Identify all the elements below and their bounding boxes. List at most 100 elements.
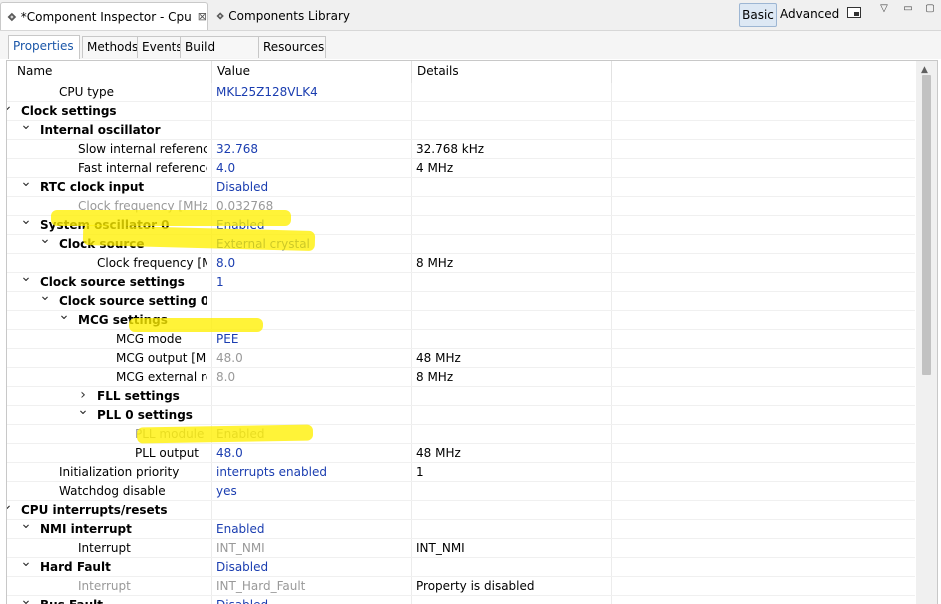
property-value[interactable]: INT_Hard_Fault: [216, 579, 412, 593]
table-row[interactable]: ⌄ CPU interrupts/resets: [7, 497, 915, 520]
property-value[interactable]: Enabled: [216, 522, 412, 536]
collapse-chevron-icon[interactable]: ›: [77, 387, 89, 403]
property-value[interactable]: 32.768: [216, 142, 412, 156]
minimize-icon[interactable]: ▭: [900, 3, 916, 17]
table-row[interactable]: PLL output 48.0 48 MHz: [7, 444, 915, 463]
property-name: Watchdog disable: [59, 484, 166, 498]
chip-icon: [216, 11, 224, 20]
expand-chevron-icon[interactable]: ⌄: [77, 402, 89, 418]
property-details: 8 MHz: [416, 256, 454, 270]
property-value[interactable]: 8.0: [216, 370, 412, 384]
property-name: Slow internal referenc: [78, 142, 207, 156]
tab-events[interactable]: Events: [137, 36, 183, 58]
property-details: 48 MHz: [416, 351, 461, 365]
property-name: Clock settings: [21, 104, 117, 118]
tab-components-library-label: Components Library: [228, 8, 350, 23]
table-row[interactable]: ⌄ PLL 0 settings: [7, 402, 915, 425]
property-value[interactable]: 8.0: [216, 256, 412, 270]
advanced-mode-label: Advanced: [780, 7, 840, 21]
property-value[interactable]: Disabled: [216, 598, 412, 604]
tab-resources[interactable]: Resources: [258, 36, 326, 58]
table-row[interactable]: Fast internal reference 4.0 4 MHz: [7, 159, 915, 178]
expand-chevron-icon[interactable]: ⌄: [39, 231, 51, 247]
property-name: Clock frequency [M: [97, 256, 207, 270]
tab-component-inspector-label: *Component Inspector - Cpu: [20, 9, 192, 24]
table-row[interactable]: ⌄ Clock source settings 1: [7, 269, 915, 292]
expand-chevron-icon[interactable]: ⌄: [20, 269, 32, 285]
column-name-header[interactable]: Name: [17, 64, 52, 78]
tab-components-library[interactable]: Components Library: [210, 2, 350, 29]
maximize-icon[interactable]: ▢: [922, 3, 938, 17]
property-value[interactable]: PEE: [216, 332, 412, 346]
vertical-scrollbar[interactable]: ▲: [916, 61, 937, 604]
table-row[interactable]: Initialization priority interrupts enable…: [7, 463, 915, 482]
view-tab-bar: *Component Inspector - Cpu ⊠ Components …: [0, 0, 941, 31]
property-value[interactable]: interrupts enabled: [216, 465, 412, 479]
property-value[interactable]: 48.0: [216, 446, 412, 460]
expand-chevron-icon[interactable]: ⌄: [20, 516, 32, 532]
table-row[interactable]: MCG mode PEE: [7, 330, 915, 349]
column-details-header[interactable]: Details: [417, 64, 459, 78]
table-row[interactable]: Interrupt INT_Hard_Fault Property is disab…: [7, 577, 915, 596]
expand-chevron-icon[interactable]: ⌄: [58, 307, 70, 323]
close-icon[interactable]: ⊠: [198, 10, 207, 23]
highlight-mark: [136, 424, 314, 444]
property-details: 32.768 kHz: [416, 142, 485, 156]
table-header: Name Value Details: [7, 61, 937, 83]
property-value[interactable]: 1: [216, 275, 412, 289]
advanced-mode-button[interactable]: Advanced: [780, 3, 839, 25]
expand-chevron-icon[interactable]: ⌄: [20, 174, 32, 190]
expand-chevron-icon[interactable]: ⌄: [7, 497, 13, 513]
property-value[interactable]: Disabled: [216, 560, 412, 574]
property-value[interactable]: Disabled: [216, 180, 412, 194]
view-menu-icon[interactable]: ▽: [876, 3, 892, 17]
property-name: Interrupt: [78, 579, 131, 593]
property-name: Clock source settings: [40, 275, 185, 289]
table-row[interactable]: CPU type MKL25Z128VLK4: [7, 83, 915, 102]
property-value[interactable]: 4.0: [216, 161, 412, 175]
scroll-thumb[interactable]: [922, 75, 931, 375]
table-row[interactable]: ⌄ RTC clock input Disabled: [7, 174, 915, 197]
property-table: Name Value Details CPU type MKL25Z128VLK4…: [6, 60, 938, 604]
expand-chevron-icon[interactable]: ⌄: [20, 592, 32, 604]
table-row[interactable]: Interrupt INT_NMI INT_NMI: [7, 539, 915, 558]
property-value[interactable]: 48.0: [216, 351, 412, 365]
property-value[interactable]: yes: [216, 484, 412, 498]
expand-chevron-icon[interactable]: ⌄: [7, 98, 13, 114]
property-value[interactable]: MKL25Z128VLK4: [216, 85, 412, 99]
scroll-up-icon[interactable]: ▲: [921, 65, 928, 75]
property-value[interactable]: INT_NMI: [216, 541, 412, 555]
table-row[interactable]: Watchdog disable yes: [7, 482, 915, 501]
window-icon[interactable]: [847, 7, 861, 18]
table-row[interactable]: MCG output [MHz] 48.0 48 MHz: [7, 349, 915, 368]
basic-mode-button[interactable]: Basic: [739, 3, 777, 27]
table-row[interactable]: ⌄ Internal oscillator: [7, 117, 915, 140]
expand-chevron-icon[interactable]: ⌄: [20, 212, 32, 228]
table-row[interactable]: › FLL settings: [7, 387, 915, 406]
property-details: 1: [416, 465, 424, 479]
expand-chevron-icon[interactable]: ⌄: [20, 554, 32, 570]
property-name: Initialization priority: [59, 465, 180, 479]
property-name: Internal oscillator: [40, 123, 161, 137]
table-row[interactable]: ⌄ Clock settings: [7, 98, 915, 121]
table-row[interactable]: ⌄ NMI interrupt Enabled: [7, 516, 915, 539]
expand-chevron-icon[interactable]: ⌄: [20, 117, 32, 133]
table-row[interactable]: ⌄ Hard Fault Disabled: [7, 554, 915, 577]
tab-properties[interactable]: Properties: [8, 35, 80, 59]
property-details: 48 MHz: [416, 446, 461, 460]
property-name: NMI interrupt: [40, 522, 132, 536]
property-name: MCG output [MHz]: [116, 351, 207, 365]
table-row[interactable]: Clock frequency [M 8.0 8 MHz: [7, 254, 915, 273]
table-row[interactable]: Slow internal referenc 32.768 32.768 kHz: [7, 140, 915, 159]
highlight-mark: [51, 210, 291, 226]
tab-methods[interactable]: Methods: [82, 36, 140, 58]
column-value-header[interactable]: Value: [217, 64, 250, 78]
property-name: Interrupt: [78, 541, 131, 555]
tab-component-inspector[interactable]: *Component Inspector - Cpu ⊠: [0, 2, 208, 30]
property-name: CPU interrupts/resets: [21, 503, 168, 517]
tab-build-options[interactable]: Build options: [180, 36, 262, 75]
expand-chevron-icon[interactable]: ⌄: [39, 288, 51, 304]
property-name: RTC clock input: [40, 180, 145, 194]
table-row[interactable]: MCG external ref 8.0 8 MHz: [7, 368, 915, 387]
table-row[interactable]: ⌄ Clock source setting 0: [7, 288, 915, 311]
